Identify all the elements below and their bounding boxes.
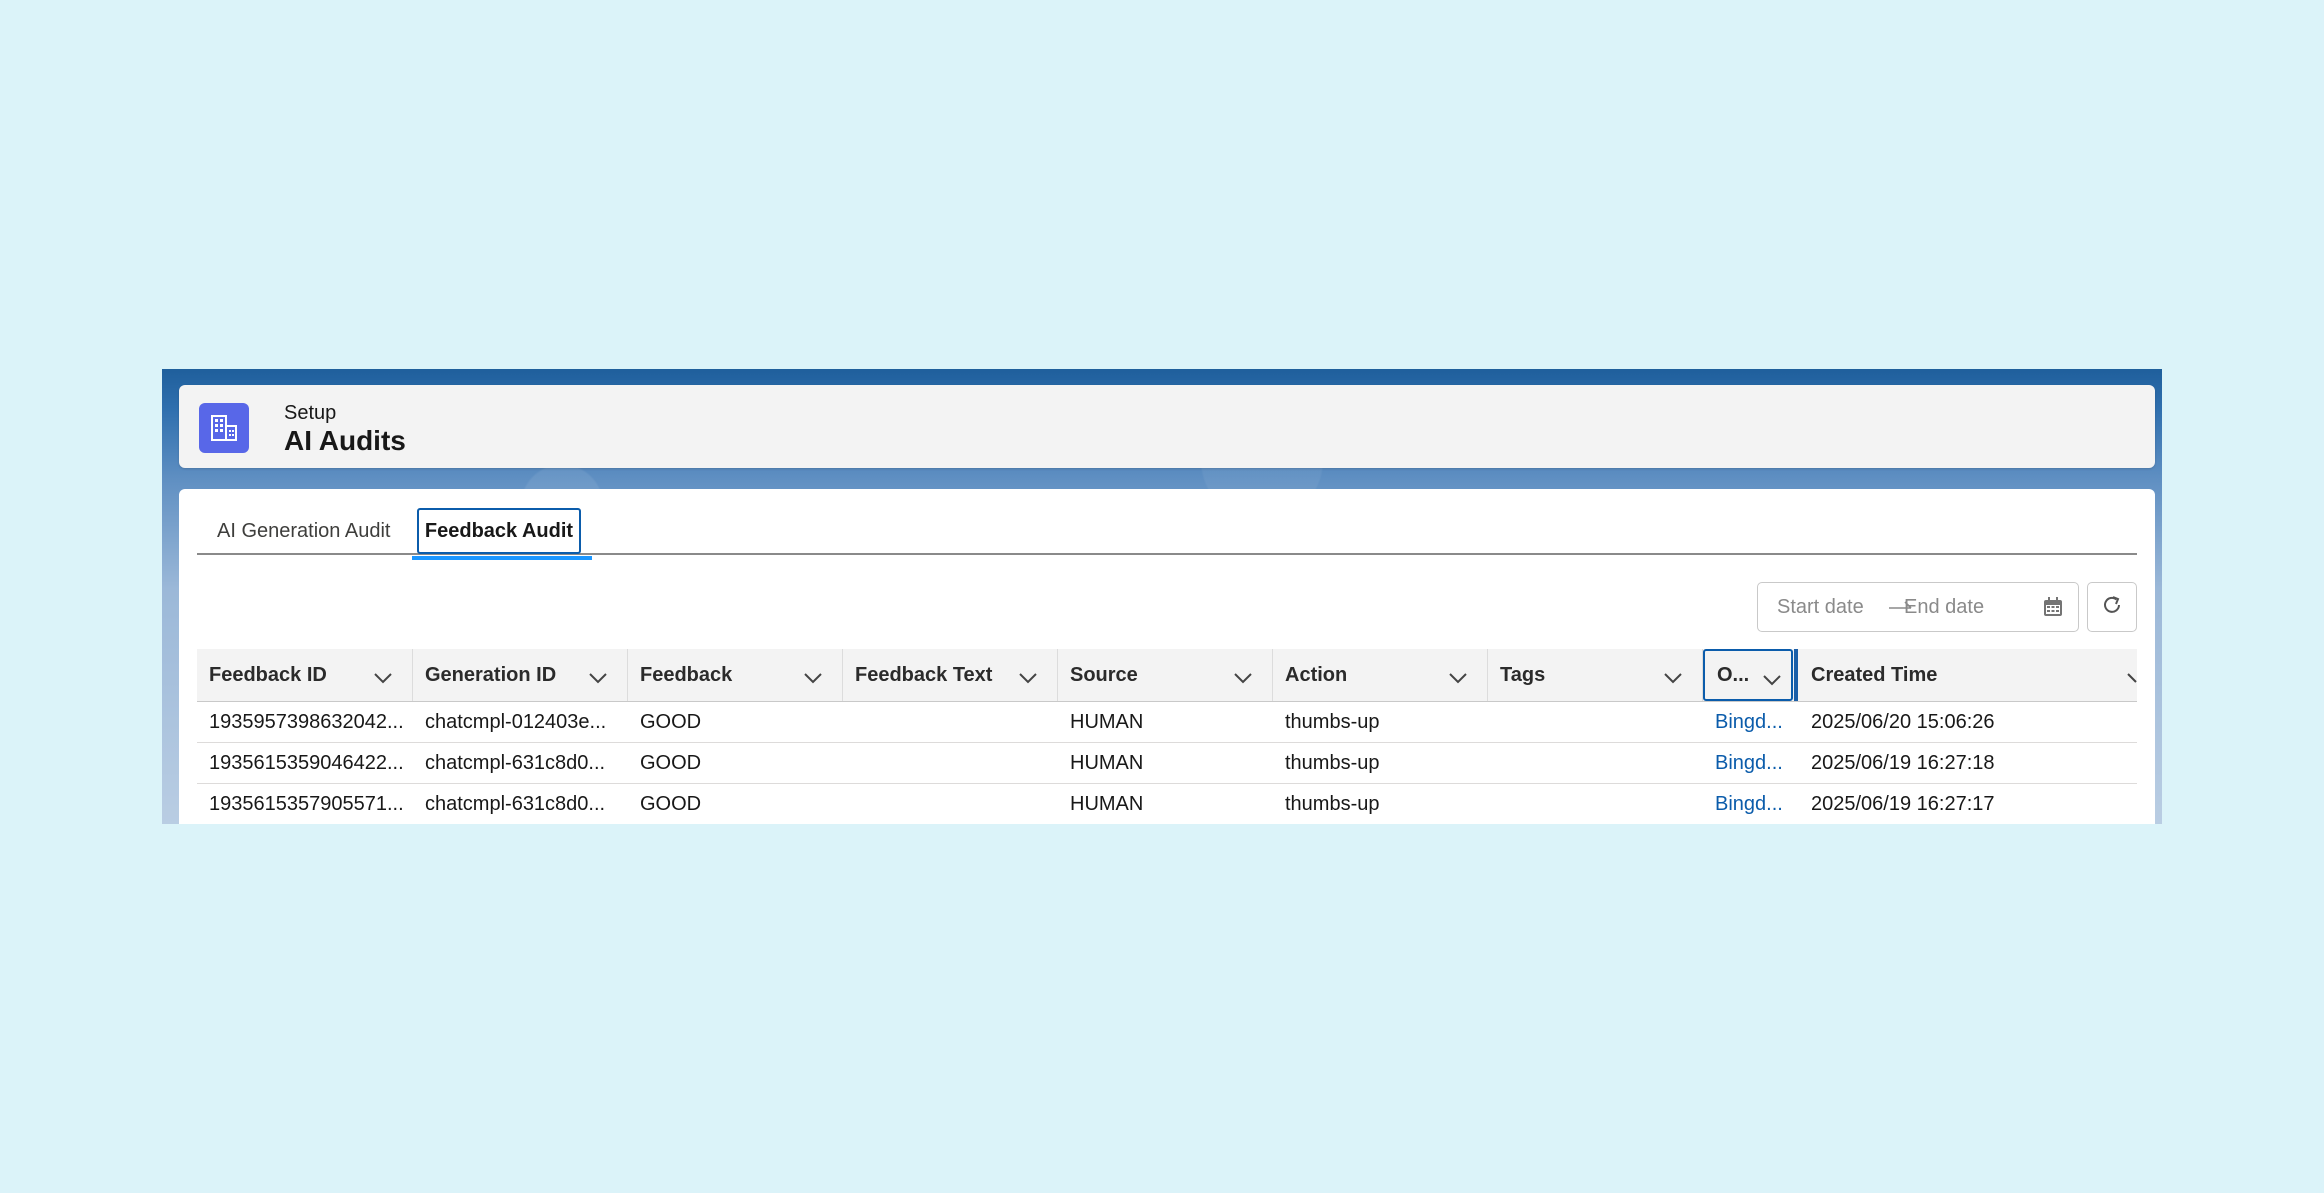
table-row[interactable]: 1935615357905571... chatcmpl-631c8d0... …	[197, 784, 2137, 824]
table-header: Feedback ID Generation ID Feedback Feedb…	[197, 649, 2137, 702]
cell-feedback-text	[843, 702, 1058, 742]
refresh-icon	[2101, 594, 2123, 621]
cell-feedback-id: 1935615359046422...	[209, 751, 404, 774]
column-header-source[interactable]: Source	[1058, 649, 1273, 701]
cell-source: HUMAN	[1070, 710, 1144, 733]
column-header-tags[interactable]: Tags	[1488, 649, 1703, 701]
cell-feedback-id: 1935615357905571...	[209, 792, 404, 815]
cell-generation-id: chatcmpl-631c8d0...	[425, 751, 606, 774]
cell-created-time: 2025/06/19 16:27:18	[1811, 751, 1995, 774]
cell-feedback-text	[843, 784, 1058, 824]
cell-o-link[interactable]: Bingd...	[1703, 784, 1799, 824]
refresh-button[interactable]	[2087, 582, 2137, 632]
cell-action: thumbs-up	[1285, 751, 1380, 774]
cell-source: HUMAN	[1070, 792, 1144, 815]
column-label: Feedback Text	[855, 663, 993, 686]
table-row[interactable]: 1935957398632042... chatcmpl-012403e... …	[197, 702, 2137, 743]
cell-source: HUMAN	[1070, 751, 1144, 774]
building-grid-icon	[199, 403, 249, 453]
column-label: O...	[1717, 663, 1750, 686]
calendar-icon[interactable]	[2043, 597, 2063, 623]
chevron-down-icon[interactable]	[1449, 667, 1467, 690]
cell-created-time: 2025/06/20 15:06:26	[1811, 710, 1995, 733]
column-label: Created Time	[1811, 663, 1938, 686]
cell-o-link[interactable]: Bingd...	[1703, 743, 1799, 783]
header-subtitle: Setup	[284, 402, 337, 424]
column-label: Tags	[1500, 663, 1546, 686]
cell-tags	[1488, 784, 1703, 824]
chevron-down-icon[interactable]	[1234, 667, 1252, 690]
chevron-down-icon[interactable]	[804, 667, 822, 690]
cell-generation-id: chatcmpl-631c8d0...	[425, 792, 606, 815]
cell-feedback: GOOD	[640, 751, 702, 774]
chevron-down-icon[interactable]	[1019, 667, 1037, 690]
cell-action: thumbs-up	[1285, 710, 1380, 733]
column-label: Feedback ID	[209, 663, 327, 686]
date-range-picker[interactable]: Start date End date	[1757, 582, 2079, 632]
cell-feedback-text	[843, 743, 1058, 783]
cell-generation-id: chatcmpl-012403e...	[425, 710, 607, 733]
column-header-feedback-id[interactable]: Feedback ID	[197, 649, 413, 701]
page-header: Setup AI Audits	[179, 385, 2155, 468]
chevron-down-icon[interactable]	[1763, 669, 1781, 692]
chevron-down-icon[interactable]	[1664, 667, 1682, 690]
cell-feedback: GOOD	[640, 792, 702, 815]
tab-feedback-audit[interactable]: Feedback Audit	[417, 508, 581, 554]
column-header-feedback[interactable]: Feedback	[628, 649, 843, 701]
tab-ai-generation-audit[interactable]: AI Generation Audit	[197, 509, 410, 553]
cell-o-link[interactable]: Bingd...	[1703, 702, 1799, 742]
column-label: Generation ID	[425, 663, 557, 686]
page-title: AI Audits	[284, 425, 406, 456]
column-label: Source	[1070, 663, 1138, 686]
feedback-table: Feedback ID Generation ID Feedback Feedb…	[197, 649, 2137, 824]
chevron-down-icon[interactable]	[374, 667, 392, 690]
tab-feedback-audit-label: Feedback Audit	[417, 508, 581, 554]
cell-action: thumbs-up	[1285, 792, 1380, 815]
start-date-input[interactable]: Start date	[1777, 596, 1864, 619]
column-header-created-time[interactable]: Created Time	[1799, 649, 2137, 701]
content-card: AI Generation Audit Feedback Audit Start…	[179, 489, 2155, 824]
column-header-generation-id[interactable]: Generation ID	[413, 649, 628, 701]
end-date-input[interactable]: End date	[1904, 596, 1984, 619]
column-header-o[interactable]: O...	[1703, 649, 1798, 701]
column-label: Feedback	[640, 663, 733, 686]
app-window: Setup AI Audits AI Generation Audit Feed…	[162, 369, 2162, 824]
column-label: Action	[1285, 663, 1348, 686]
column-header-feedback-text[interactable]: Feedback Text	[843, 649, 1058, 701]
cell-feedback: GOOD	[640, 710, 702, 733]
cell-feedback-id: 1935957398632042...	[209, 710, 404, 733]
chevron-down-icon[interactable]	[2127, 667, 2139, 690]
cell-tags	[1488, 702, 1703, 742]
cell-tags	[1488, 743, 1703, 783]
cell-created-time: 2025/06/19 16:27:17	[1811, 792, 1995, 815]
active-tab-indicator	[412, 556, 592, 560]
chevron-down-icon[interactable]	[589, 667, 607, 690]
table-row[interactable]: 1935615359046422... chatcmpl-631c8d0... …	[197, 743, 2137, 784]
tab-bar: AI Generation Audit Feedback Audit	[197, 508, 2137, 560]
column-header-action[interactable]: Action	[1273, 649, 1488, 701]
